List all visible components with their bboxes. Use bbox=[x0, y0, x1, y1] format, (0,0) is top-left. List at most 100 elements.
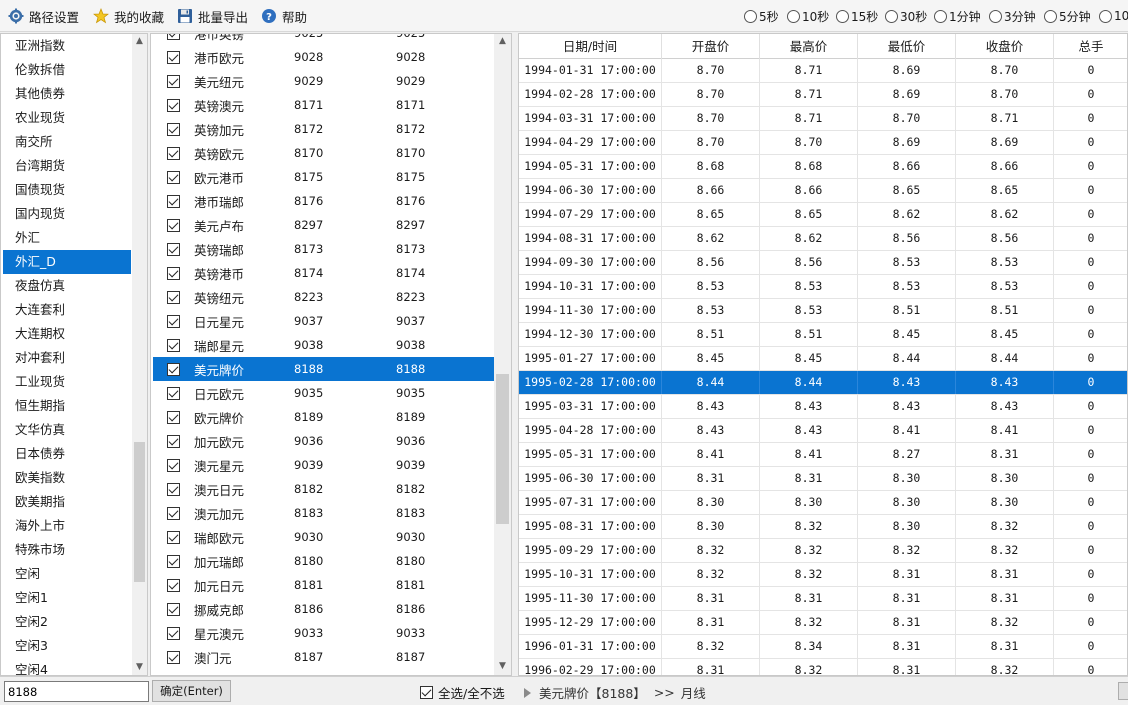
instrument-row[interactable]: 英镑纽元 8223 8223 bbox=[153, 285, 494, 309]
period-3min-radio[interactable]: 3分钟 bbox=[989, 8, 1036, 24]
instrument-row[interactable]: 澳门元 8187 8187 bbox=[153, 645, 494, 669]
category-item[interactable]: 工业现货 bbox=[3, 370, 131, 394]
instrument-row[interactable]: 欧元港币 8175 8175 bbox=[153, 165, 494, 189]
instrument-row[interactable]: 澳元星元 9039 9039 bbox=[153, 453, 494, 477]
table-row[interactable]: 1994-02-28 17:00:00 8.70 8.71 8.69 8.70 0 bbox=[519, 83, 1127, 107]
instrument-row[interactable]: 加元日元 8181 8181 bbox=[153, 573, 494, 597]
checkbox-checked-icon[interactable] bbox=[167, 530, 180, 544]
period-5min-radio[interactable]: 5分钟 bbox=[1044, 8, 1091, 24]
table-row[interactable]: 1995-12-29 17:00:00 8.31 8.32 8.31 8.32 0 bbox=[519, 611, 1127, 635]
help-button[interactable]: ? 帮助 bbox=[261, 6, 307, 26]
category-item[interactable]: 大连期权 bbox=[3, 322, 131, 346]
checkbox-checked-icon[interactable] bbox=[167, 578, 180, 592]
checkbox-checked-icon[interactable] bbox=[167, 602, 180, 616]
category-item[interactable]: 夜盘仿真 bbox=[3, 274, 131, 298]
column-header-low[interactable]: 最低价 bbox=[858, 34, 956, 59]
table-row[interactable]: 1995-07-31 17:00:00 8.30 8.30 8.30 8.30 0 bbox=[519, 491, 1127, 515]
table-row[interactable]: 1994-05-31 17:00:00 8.68 8.68 8.66 8.66 0 bbox=[519, 155, 1127, 179]
period-30s-radio[interactable]: 30秒 bbox=[885, 8, 927, 24]
checkbox-checked-icon[interactable] bbox=[167, 626, 180, 640]
instrument-row[interactable]: 加元欧元 9036 9036 bbox=[153, 429, 494, 453]
table-row[interactable]: 1995-03-31 17:00:00 8.43 8.43 8.43 8.43 0 bbox=[519, 395, 1127, 419]
category-item[interactable]: 国债现货 bbox=[3, 178, 131, 202]
category-item[interactable]: 空闲 bbox=[3, 562, 131, 586]
scroll-up-icon[interactable]: ▲ bbox=[495, 34, 510, 49]
checkbox-checked-icon[interactable] bbox=[167, 338, 180, 352]
checkbox-checked-icon[interactable] bbox=[167, 314, 180, 328]
checkbox-checked-icon[interactable] bbox=[167, 362, 180, 376]
checkbox-checked-icon[interactable] bbox=[167, 170, 180, 184]
table-row[interactable]: 1994-10-31 17:00:00 8.53 8.53 8.53 8.53 0 bbox=[519, 275, 1127, 299]
checkbox-checked-icon[interactable] bbox=[167, 386, 180, 400]
checkbox-checked-icon[interactable] bbox=[167, 146, 180, 160]
scroll-down-icon[interactable]: ▼ bbox=[495, 659, 510, 674]
checkbox-checked-icon[interactable] bbox=[167, 218, 180, 232]
category-scroll-thumb[interactable] bbox=[134, 442, 145, 582]
category-item[interactable]: 台湾期货 bbox=[3, 154, 131, 178]
scroll-down-icon[interactable]: ▼ bbox=[132, 660, 147, 675]
category-item[interactable]: 外汇 bbox=[3, 226, 131, 250]
instrument-row[interactable]: 美元纽元 9029 9029 bbox=[153, 69, 494, 93]
table-row[interactable]: 1995-08-31 17:00:00 8.30 8.32 8.30 8.32 0 bbox=[519, 515, 1127, 539]
category-item[interactable]: 空闲3 bbox=[3, 634, 131, 658]
column-header-open[interactable]: 开盘价 bbox=[662, 34, 760, 59]
checkbox-checked-icon[interactable] bbox=[167, 34, 180, 40]
code-input[interactable] bbox=[4, 681, 149, 702]
instrument-row[interactable]: 英镑加元 8172 8172 bbox=[153, 117, 494, 141]
period-10min-radio[interactable]: 10 bbox=[1099, 8, 1128, 24]
table-row[interactable]: 1995-05-31 17:00:00 8.41 8.41 8.27 8.31 0 bbox=[519, 443, 1127, 467]
category-item[interactable]: 大连套利 bbox=[3, 298, 131, 322]
checkbox-checked-icon[interactable] bbox=[167, 74, 180, 88]
table-row[interactable]: 1994-12-30 17:00:00 8.51 8.51 8.45 8.45 0 bbox=[519, 323, 1127, 347]
checkbox-checked-icon[interactable] bbox=[167, 194, 180, 208]
instrument-row[interactable]: 日元星元 9037 9037 bbox=[153, 309, 494, 333]
instrument-row[interactable]: 美元卢布 8297 8297 bbox=[153, 213, 494, 237]
instrument-row[interactable]: 英镑澳元 8171 8171 bbox=[153, 93, 494, 117]
table-row[interactable]: 1994-09-30 17:00:00 8.56 8.56 8.53 8.53 0 bbox=[519, 251, 1127, 275]
checkbox-checked-icon[interactable] bbox=[167, 554, 180, 568]
checkbox-checked-icon[interactable] bbox=[167, 650, 180, 664]
column-header-datetime[interactable]: 日期/时间 bbox=[519, 34, 662, 59]
corner-button[interactable] bbox=[1118, 682, 1128, 700]
table-row[interactable]: 1994-01-31 17:00:00 8.70 8.71 8.69 8.70 0 bbox=[519, 59, 1127, 83]
checkbox-checked-icon[interactable] bbox=[167, 290, 180, 304]
table-row[interactable]: 1995-04-28 17:00:00 8.43 8.43 8.41 8.41 0 bbox=[519, 419, 1127, 443]
checkbox-checked-icon[interactable] bbox=[167, 434, 180, 448]
category-item[interactable]: 空闲1 bbox=[3, 586, 131, 610]
checkbox-checked-icon[interactable] bbox=[167, 242, 180, 256]
instrument-row[interactable]: 英镑瑞郎 8173 8173 bbox=[153, 237, 494, 261]
instrument-row[interactable]: 加元瑞郎 8180 8180 bbox=[153, 549, 494, 573]
instrument-row[interactable]: 港币英镑 9025 9025 bbox=[153, 34, 494, 45]
table-row[interactable]: 1996-02-29 17:00:00 8.31 8.32 8.31 8.32 0 bbox=[519, 659, 1127, 675]
scroll-up-icon[interactable]: ▲ bbox=[132, 34, 147, 49]
table-row[interactable]: 1994-07-29 17:00:00 8.65 8.65 8.62 8.62 0 bbox=[519, 203, 1127, 227]
instrument-row[interactable]: 日元欧元 9035 9035 bbox=[153, 381, 494, 405]
table-row[interactable]: 1994-03-31 17:00:00 8.70 8.71 8.70 8.71 0 bbox=[519, 107, 1127, 131]
category-item[interactable]: 恒生期指 bbox=[3, 394, 131, 418]
instrument-row[interactable]: 星元澳元 9033 9033 bbox=[153, 621, 494, 645]
category-item[interactable]: 外汇_D bbox=[3, 250, 131, 274]
batch-export-button[interactable]: 批量导出 bbox=[177, 6, 248, 26]
column-header-high[interactable]: 最高价 bbox=[760, 34, 858, 59]
category-item[interactable]: 农业现货 bbox=[3, 106, 131, 130]
checkbox-checked-icon[interactable] bbox=[167, 266, 180, 280]
checkbox-checked-icon[interactable] bbox=[167, 506, 180, 520]
instrument-row[interactable]: 瑞郎欧元 9030 9030 bbox=[153, 525, 494, 549]
instrument-row[interactable]: 欧元牌价 8189 8189 bbox=[153, 405, 494, 429]
category-item[interactable]: 欧美期指 bbox=[3, 490, 131, 514]
category-item[interactable]: 文华仿真 bbox=[3, 418, 131, 442]
table-row[interactable]: 1996-01-31 17:00:00 8.32 8.34 8.31 8.31 0 bbox=[519, 635, 1127, 659]
category-item[interactable]: 对冲套利 bbox=[3, 346, 131, 370]
table-row[interactable]: 1995-09-29 17:00:00 8.32 8.32 8.32 8.32 0 bbox=[519, 539, 1127, 563]
instrument-row[interactable]: 美元牌价 8188 8188 bbox=[153, 357, 494, 381]
table-row[interactable]: 1995-01-27 17:00:00 8.45 8.45 8.44 8.44 0 bbox=[519, 347, 1127, 371]
category-item[interactable]: 空闲2 bbox=[3, 610, 131, 634]
favorites-button[interactable]: 我的收藏 bbox=[93, 6, 164, 26]
instrument-scrollbar[interactable]: ▲ ▼ bbox=[494, 34, 511, 675]
checkbox-checked-icon[interactable] bbox=[167, 410, 180, 424]
category-item[interactable]: 欧美指数 bbox=[3, 466, 131, 490]
period-1min-radio[interactable]: 1分钟 bbox=[934, 8, 981, 24]
period-15s-radio[interactable]: 15秒 bbox=[836, 8, 878, 24]
category-item[interactable]: 日本债券 bbox=[3, 442, 131, 466]
table-row[interactable]: 1995-06-30 17:00:00 8.31 8.31 8.30 8.30 0 bbox=[519, 467, 1127, 491]
